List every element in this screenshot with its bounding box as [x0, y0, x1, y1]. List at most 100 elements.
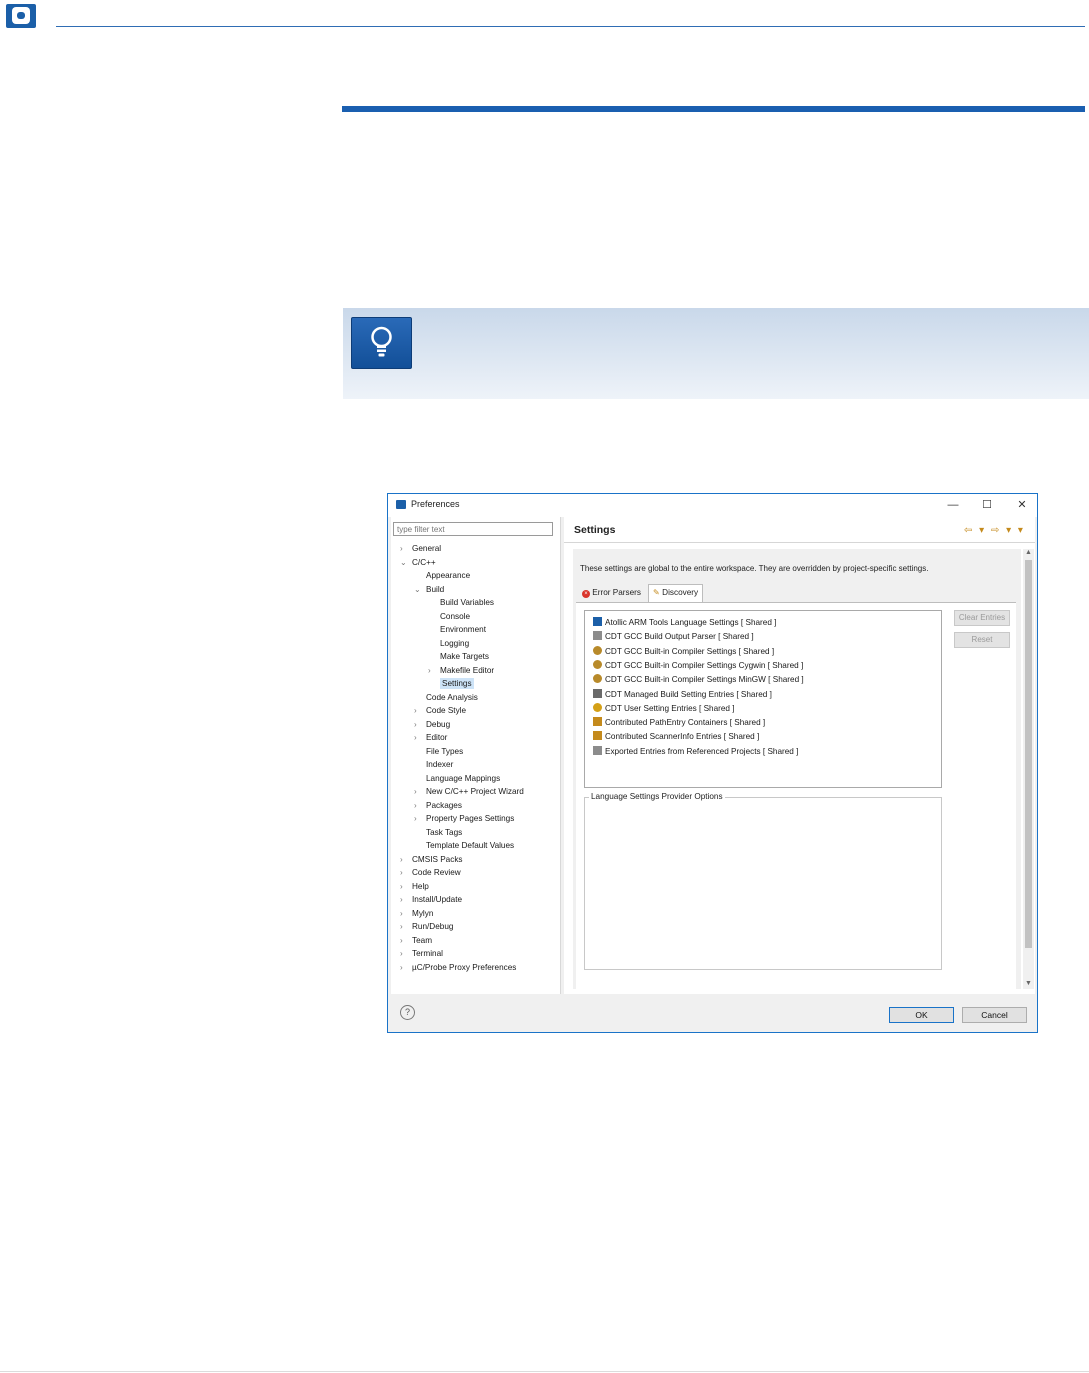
list-item[interactable]: CDT GCC Build Output Parser [ Shared ]: [593, 631, 754, 642]
provider-list[interactable]: Atollic ARM Tools Language Settings [ Sh…: [584, 610, 942, 788]
tree-item[interactable]: Property Pages Settings: [426, 813, 514, 824]
build-icon: [593, 688, 602, 698]
scrollbar-thumb[interactable]: [1025, 560, 1032, 948]
tree-item[interactable]: Code Review: [412, 867, 461, 878]
tree-item[interactable]: Language Mappings: [426, 773, 500, 784]
tree-item[interactable]: Build: [426, 584, 444, 595]
provider-label: Contributed PathEntry Containers [ Share…: [605, 718, 766, 728]
chevron-right-icon[interactable]: ›: [400, 962, 403, 973]
footer-rule: [0, 1371, 1089, 1372]
tree-item[interactable]: Template Default Values: [426, 840, 514, 851]
list-item[interactable]: Contributed ScannerInfo Entries [ Shared…: [593, 731, 759, 742]
wand-icon: ✎: [653, 588, 660, 597]
tree-item[interactable]: Settings: [440, 678, 474, 689]
tip-box: [343, 308, 1089, 399]
tab-discovery-label: Discovery: [662, 588, 699, 597]
chevron-right-icon[interactable]: ›: [400, 894, 403, 905]
list-item[interactable]: CDT Managed Build Setting Entries [ Shar…: [593, 688, 772, 700]
tree-item[interactable]: Editor: [426, 732, 447, 743]
tree-item[interactable]: Logging: [440, 638, 469, 649]
tree-item[interactable]: µC/Probe Proxy Preferences: [412, 962, 516, 973]
provider-options-label: Language Settings Provider Options: [589, 792, 725, 801]
atollic-logo-icon: [6, 4, 36, 28]
chevron-right-icon[interactable]: ›: [414, 786, 417, 797]
tree-item[interactable]: Console: [440, 611, 470, 622]
chevron-right-icon[interactable]: ›: [414, 732, 417, 743]
scroll-down-icon[interactable]: ▼: [1025, 980, 1032, 987]
cancel-button[interactable]: Cancel: [962, 1007, 1027, 1023]
help-icon[interactable]: ?: [400, 1005, 415, 1020]
tree-item[interactable]: CMSIS Packs: [412, 854, 463, 865]
chevron-right-icon[interactable]: ›: [400, 948, 403, 959]
title-separator: [564, 542, 1035, 543]
tree-item[interactable]: Build Variables: [440, 597, 494, 608]
magnifier-icon: [593, 674, 602, 684]
page-title: Settings: [574, 524, 616, 536]
tab-error-parsers[interactable]: × Error Parsers: [578, 586, 645, 600]
chevron-right-icon[interactable]: ›: [400, 854, 403, 865]
chevron-right-icon[interactable]: ›: [400, 921, 403, 932]
list-item[interactable]: CDT GCC Built-in Compiler Settings MinGW…: [593, 674, 804, 685]
chevron-right-icon[interactable]: ›: [414, 719, 417, 730]
list-item[interactable]: Exported Entries from Referenced Project…: [593, 745, 799, 757]
chevron-right-icon[interactable]: ›: [414, 705, 417, 716]
key-icon: [593, 717, 602, 727]
tree-item[interactable]: Run/Debug: [412, 921, 453, 932]
tree-item[interactable]: Appearance: [426, 570, 470, 581]
reset-button[interactable]: Reset: [954, 632, 1010, 648]
chevron-down-icon[interactable]: ⌄: [400, 557, 407, 568]
preferences-dialog: Preferences — ☐ ✕ › General ⌄ C/C++ Appearan…: [387, 493, 1038, 1033]
user-icon: [593, 702, 602, 712]
maximize-button[interactable]: ☐: [978, 497, 996, 513]
tree-item[interactable]: Task Tags: [426, 827, 462, 838]
dialog-titlebar: [388, 494, 1037, 517]
tree-item[interactable]: Terminal: [412, 948, 443, 959]
navigation-arrows[interactable]: ⇦ ▾ ⇨ ▾ ▾: [964, 525, 1025, 536]
chevron-right-icon[interactable]: ›: [400, 935, 403, 946]
chevron-right-icon[interactable]: ›: [414, 813, 417, 824]
tree-item[interactable]: Makefile Editor: [440, 665, 494, 676]
tree-item[interactable]: Mylyn: [412, 908, 433, 919]
ok-button[interactable]: OK: [889, 1007, 954, 1023]
provider-label: CDT GCC Built-in Compiler Settings [ Sha…: [605, 646, 775, 656]
key-icon: [593, 731, 602, 741]
provider-label: Contributed ScannerInfo Entries [ Shared…: [605, 732, 760, 742]
tree-item[interactable]: New C/C++ Project Wizard: [426, 786, 524, 797]
chevron-right-icon[interactable]: ›: [400, 543, 403, 554]
tree-item[interactable]: Environment: [440, 624, 486, 635]
list-item[interactable]: CDT User Setting Entries [ Shared ]: [593, 702, 735, 714]
tree-item[interactable]: File Types: [426, 746, 463, 757]
scroll-up-icon[interactable]: ▲: [1025, 549, 1032, 556]
tree-item[interactable]: C/C++: [412, 557, 436, 568]
list-item[interactable]: Contributed PathEntry Containers [ Share…: [593, 717, 765, 728]
tree-item[interactable]: Make Targets: [440, 651, 489, 662]
list-item[interactable]: CDT GCC Built-in Compiler Settings [ Sha…: [593, 645, 775, 657]
tree-item[interactable]: Debug: [426, 719, 450, 730]
document-icon: [593, 631, 602, 641]
chevron-down-icon[interactable]: ⌄: [414, 584, 421, 595]
chevron-right-icon[interactable]: ›: [414, 800, 417, 811]
close-button[interactable]: ✕: [1013, 497, 1031, 513]
list-item[interactable]: CDT GCC Built-in Compiler Settings Cygwi…: [593, 659, 803, 671]
tree-item[interactable]: Packages: [426, 800, 462, 811]
provider-options-group: [584, 797, 942, 970]
tree-item[interactable]: Help: [412, 881, 429, 892]
magnifier-icon: [593, 645, 602, 655]
filter-input[interactable]: [393, 522, 553, 536]
tree-item[interactable]: Indexer: [426, 759, 453, 770]
tab-discovery[interactable]: ✎ Discovery: [648, 584, 704, 602]
document-icon: [593, 745, 602, 755]
provider-label: Exported Entries from Referenced Project…: [605, 746, 799, 756]
tree-item[interactable]: Install/Update: [412, 894, 462, 905]
chevron-right-icon[interactable]: ›: [400, 867, 403, 878]
chevron-right-icon[interactable]: ›: [400, 908, 403, 919]
minimize-button[interactable]: —: [944, 497, 962, 513]
list-item[interactable]: Atollic ARM Tools Language Settings [ Sh…: [593, 617, 776, 628]
tree-item[interactable]: Team: [412, 935, 432, 946]
tree-item[interactable]: Code Analysis: [426, 692, 478, 703]
chevron-right-icon[interactable]: ›: [428, 665, 431, 676]
tree-item[interactable]: General: [412, 543, 441, 554]
clear-entries-button[interactable]: Clear Entries: [954, 610, 1010, 626]
tree-item[interactable]: Code Style: [426, 705, 466, 716]
chevron-right-icon[interactable]: ›: [400, 881, 403, 892]
